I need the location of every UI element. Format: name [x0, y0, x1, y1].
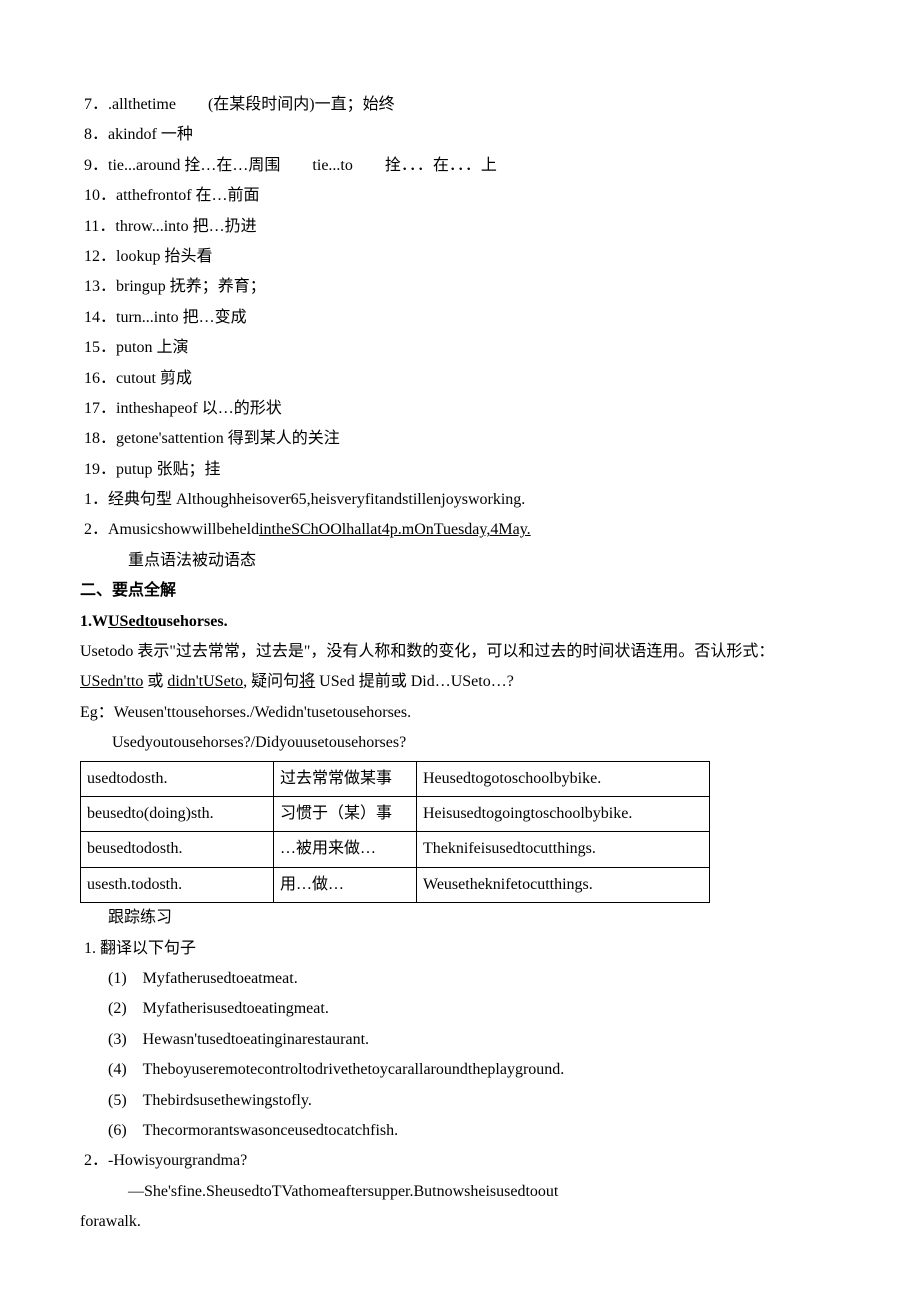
exercise-item: 2．-Howisyourgrandma? — [80, 1146, 850, 1176]
example: Usedyoutousehorses?/Didyouusetousehorses… — [80, 728, 850, 758]
underlined-text: didn'tUSeto — [167, 673, 243, 690]
cell: Theknifeisusedtocutthings. — [417, 832, 710, 867]
text: 或 — [143, 673, 167, 690]
cell: 习惯于（某）事 — [274, 796, 417, 831]
table-row: beusedtodosth. …被用来做… Theknifeisusedtocu… — [81, 832, 710, 867]
cell: Heisusedtogoingtoschoolbybike. — [417, 796, 710, 831]
exercise-item: (1) Myfatherusedtoeatmeat. — [80, 964, 850, 994]
exercise-item: (2) Myfatherisusedtoeatingmeat. — [80, 994, 850, 1024]
sentence-item: 2．AmusicshowwillbeheldintheSChOOlhallat4… — [80, 515, 850, 545]
text: USed 提前或 Did…USeto…? — [315, 673, 514, 690]
cell: 过去常常做某事 — [274, 761, 417, 796]
list-item: 7．.allthetime (在某段时间内)一直；始终 — [80, 90, 850, 120]
exercise-item: (5) Thebirdsusethewingstofly. — [80, 1086, 850, 1116]
text: , 疑问句 — [243, 673, 299, 690]
exercise-item: (6) Thecormorantswasonceusedtocatchfish. — [80, 1116, 850, 1146]
list-item: 13．bringup 抚养；养育； — [80, 272, 850, 302]
list-item: 11．throw...into 把…扔进 — [80, 212, 850, 242]
list-item: 12．lookup 抬头看 — [80, 242, 850, 272]
list-item: 8．akindof 一种 — [80, 120, 850, 150]
cell: beusedtodosth. — [81, 832, 274, 867]
sentence-item: 1．经典句型 Althoughheisover65,heisveryfitand… — [80, 485, 850, 515]
paragraph: Usetodo 表示"过去常常，过去是"，没有人称和数的变化，可以和过去的时间状… — [80, 637, 850, 667]
exercise-heading: 1. 翻译以下句子 — [80, 934, 850, 964]
cell: Weusetheknifetocutthings. — [417, 867, 710, 902]
underlined-text: intheSChOOlhall — [259, 521, 370, 538]
paragraph: USedn'tto 或 didn'tUSeto, 疑问句将 USed 提前或 D… — [80, 667, 850, 697]
list-item: 18．getone'sattention 得到某人的关注 — [80, 424, 850, 454]
exercise-item: (4) Theboyuseremotecontroltodrivethetoyc… — [80, 1055, 850, 1085]
list-item: 17．intheshapeof 以…的形状 — [80, 394, 850, 424]
table-row: usedtodosth. 过去常常做某事 Heusedtogotoschoolb… — [81, 761, 710, 796]
exercise-item: forawalk. — [80, 1207, 850, 1237]
underlined-text: 将 — [299, 673, 315, 690]
underlined-text: at4p.mOnTuesday,4May. — [370, 521, 530, 538]
grammar-note: 重点语法被动语态 — [80, 546, 850, 576]
text: Usetodo 表示"过去常常，过去是"，没有人称和数的变化，可以和过去的时间状… — [80, 643, 774, 660]
cell: usesth.todosth. — [81, 867, 274, 902]
list-item: 9．tie...around 拴…在…周围 tie...to 拴．．．在．．．上 — [80, 151, 850, 181]
underlined-text: USedto — [108, 613, 158, 630]
cell: usedtodosth. — [81, 761, 274, 796]
underlined-text: USedn'tto — [80, 673, 143, 690]
list-item: 19．putup 张贴；挂 — [80, 455, 850, 485]
section-heading: 二、要点全解 — [80, 576, 850, 606]
list-item: 10．atthefrontof 在…前面 — [80, 181, 850, 211]
usage-table: usedtodosth. 过去常常做某事 Heusedtogotoschoolb… — [80, 761, 710, 904]
cell: 用…做… — [274, 867, 417, 902]
table-row: beusedto(doing)sth. 习惯于（某）事 Heisusedtogo… — [81, 796, 710, 831]
cell: …被用来做… — [274, 832, 417, 867]
sub-heading: 1.WUSedtousehorses. — [80, 607, 850, 637]
list-item: 15．puton 上演 — [80, 333, 850, 363]
text: usehorses. — [158, 613, 228, 630]
example: Eg：Weusen'ttousehorses./Wedidn'tusetouse… — [80, 698, 850, 728]
cell: beusedto(doing)sth. — [81, 796, 274, 831]
exercise-item: —She'sfine.SheusedtoTVathomeaftersupper.… — [80, 1177, 850, 1207]
text: 1.W — [80, 613, 108, 630]
text: 2．Amusicshowwillbeheld — [84, 521, 259, 538]
follow-practice: 跟踪练习 — [80, 903, 850, 933]
exercise-item: (3) Hewasn'tusedtoeatinginarestaurant. — [80, 1025, 850, 1055]
cell: Heusedtogotoschoolbybike. — [417, 761, 710, 796]
list-item: 16．cutout 剪成 — [80, 364, 850, 394]
table-row: usesth.todosth. 用…做… Weusetheknifetocutt… — [81, 867, 710, 902]
list-item: 14．turn...into 把…变成 — [80, 303, 850, 333]
